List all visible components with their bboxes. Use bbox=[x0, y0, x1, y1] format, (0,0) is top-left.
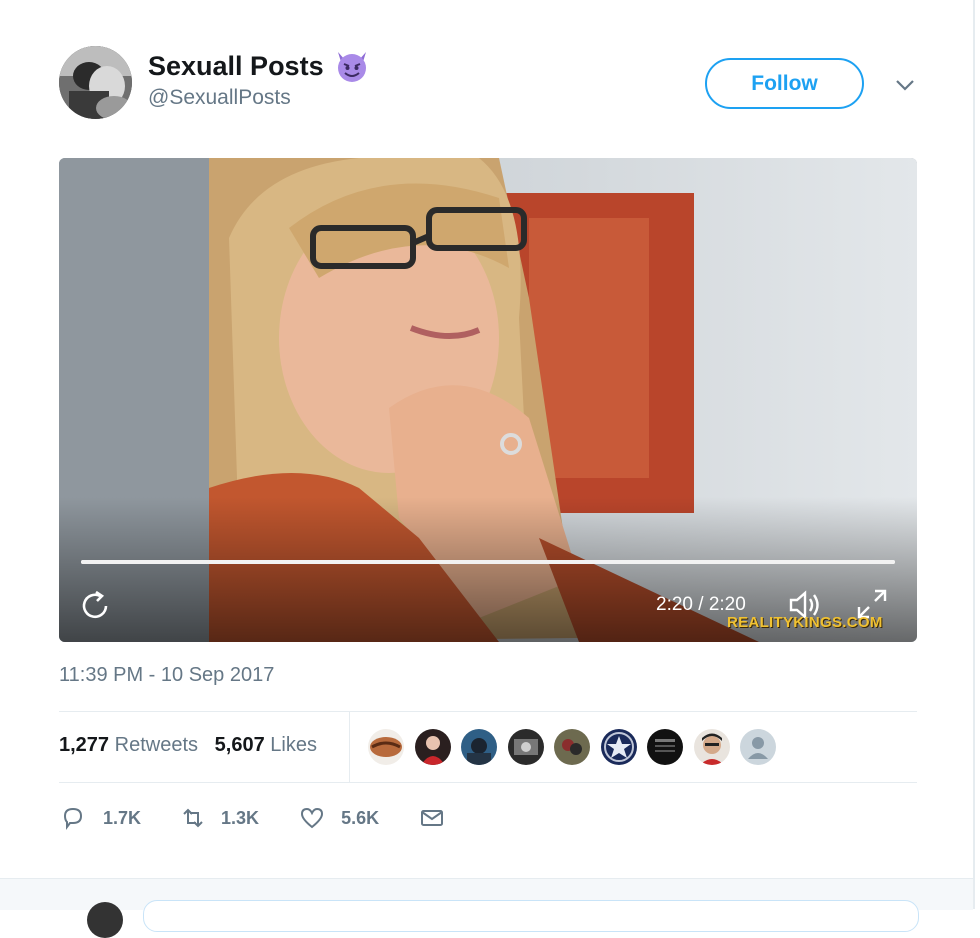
video-progress-bar[interactable] bbox=[81, 560, 895, 564]
author-name[interactable]: Sexuall Posts bbox=[148, 48, 370, 84]
likes-count: 5,607 bbox=[214, 734, 265, 756]
liker-avatar[interactable] bbox=[739, 728, 777, 766]
like-count: 5.6K bbox=[341, 807, 380, 828]
direct-message-button[interactable] bbox=[418, 804, 446, 832]
author-handle[interactable]: @SexuallPosts bbox=[148, 86, 291, 110]
retweets-count: 1,277 bbox=[59, 734, 110, 756]
liker-avatar[interactable] bbox=[367, 728, 405, 766]
author-avatar[interactable] bbox=[59, 46, 132, 119]
liker-avatar[interactable] bbox=[460, 728, 498, 766]
video-watermark: REALITYKINGS.COM bbox=[727, 614, 883, 631]
video-progress-fill bbox=[81, 560, 895, 564]
video-player[interactable]: 2:20 / 2:20 REALITYKINGS.COM bbox=[59, 158, 917, 642]
heart-icon bbox=[301, 807, 324, 829]
liker-avatar[interactable] bbox=[506, 728, 545, 766]
tweet-card: Sexuall Posts @SexuallPosts Follow 2:20 … bbox=[0, 0, 975, 938]
likes-stat[interactable]: 5,607 Likes bbox=[215, 734, 317, 756]
user-avatar bbox=[87, 902, 123, 938]
smiling-devil-icon bbox=[334, 48, 370, 84]
tweet-timestamp[interactable]: 11:39 PM - 10 Sep 2017 bbox=[59, 664, 274, 687]
video-time: 2:20 / 2:20 bbox=[656, 594, 746, 615]
reply-icon bbox=[63, 807, 83, 830]
retweets-label: Retweets bbox=[114, 734, 198, 756]
likes-label: Likes bbox=[270, 734, 317, 756]
like-button[interactable]: 5.6K bbox=[298, 804, 379, 832]
reply-input[interactable] bbox=[143, 900, 919, 932]
liker-avatar[interactable] bbox=[692, 728, 731, 766]
liker-avatars bbox=[367, 728, 777, 766]
replay-icon[interactable] bbox=[78, 588, 114, 624]
tweet-stats: 1,277 Retweets 5,607 Likes bbox=[59, 734, 317, 757]
retweets-stat[interactable]: 1,277 Retweets bbox=[59, 734, 198, 756]
chevron-down-icon[interactable] bbox=[894, 75, 916, 95]
follow-button[interactable]: Follow bbox=[705, 58, 864, 109]
reply-button[interactable]: 1.7K bbox=[59, 804, 141, 832]
retweet-count: 1.3K bbox=[221, 807, 260, 828]
liker-avatar[interactable] bbox=[646, 728, 684, 766]
reply-count: 1.7K bbox=[103, 807, 142, 828]
divider bbox=[59, 782, 917, 783]
tweet-actions: 1.7K 1.3K 5.6K bbox=[59, 804, 446, 832]
liker-avatar[interactable] bbox=[553, 728, 591, 766]
video-frame bbox=[59, 158, 917, 642]
liker-avatar[interactable] bbox=[599, 728, 638, 766]
divider bbox=[59, 711, 917, 712]
envelope-icon bbox=[421, 810, 444, 826]
liker-avatar[interactable] bbox=[413, 728, 452, 766]
divider bbox=[349, 712, 350, 782]
author-name-text[interactable]: Sexuall Posts bbox=[148, 51, 324, 82]
retweet-button[interactable]: 1.3K bbox=[179, 804, 259, 832]
retweet-icon bbox=[183, 808, 203, 828]
